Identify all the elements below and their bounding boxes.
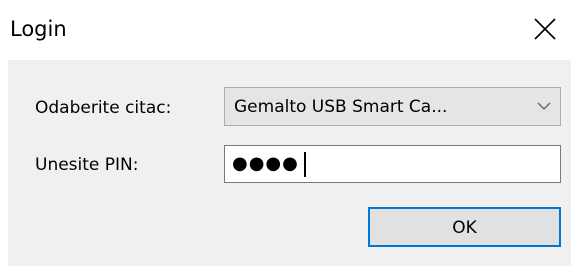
ok-button-label: OK bbox=[452, 218, 477, 238]
dialog-body: Odaberite citac: Gemalto USB Smart Ca...… bbox=[8, 60, 571, 266]
pin-label: Unesite PIN: bbox=[35, 155, 139, 175]
close-button[interactable] bbox=[521, 0, 571, 58]
login-dialog: Login Odaberite citac: Gemalto USB Smart… bbox=[0, 0, 571, 266]
window-title: Login bbox=[10, 17, 67, 41]
pin-field[interactable]: ●●●● bbox=[224, 145, 561, 183]
ok-button[interactable]: OK bbox=[368, 207, 561, 247]
reader-label: Odaberite citac: bbox=[35, 98, 172, 118]
chevron-down-icon bbox=[537, 102, 551, 110]
pin-field-value: ●●●● bbox=[232, 153, 299, 174]
text-caret bbox=[304, 152, 306, 177]
close-icon bbox=[534, 18, 556, 40]
reader-select[interactable]: Gemalto USB Smart Ca... bbox=[224, 87, 561, 126]
title-bar: Login bbox=[0, 0, 571, 60]
reader-select-value: Gemalto USB Smart Ca... bbox=[234, 97, 448, 117]
